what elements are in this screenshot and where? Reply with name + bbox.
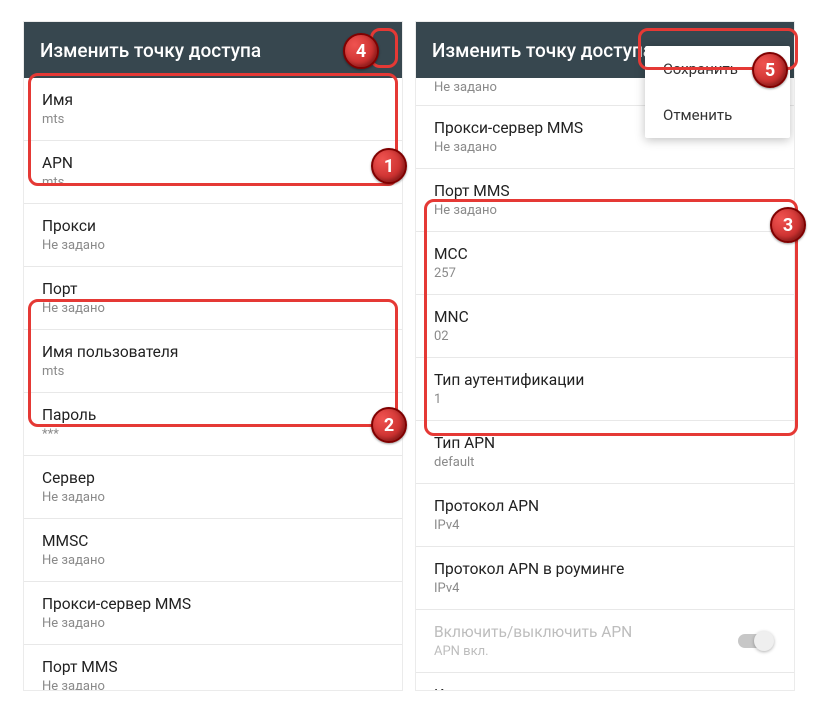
row-label: Пароль [42,406,384,424]
row-label: MCC [434,245,776,263]
row-label: Прокси [42,217,384,235]
badge-2: 2 [371,407,407,443]
row-value: mts [42,364,384,379]
row-label: Имя [42,91,384,109]
row-label: Порт MMS [42,658,384,676]
row-value: mts [42,112,384,127]
row-label: Порт MMS [434,182,776,200]
badge-3: 3 [770,207,806,243]
row-apn-roaming-protocol[interactable]: Протокол APN в роуминге IPv4 [416,547,794,610]
row-proxy[interactable]: Прокси Не задано [24,204,402,267]
row-label: Порт [42,280,384,298]
row-value: Не задано [42,616,384,631]
badge-5: 5 [752,52,788,88]
row-apn[interactable]: APN mts [24,141,402,204]
badge-1: 1 [371,148,407,184]
row-value: Не задано [42,679,384,690]
settings-list-left: Имя mts APN mts Прокси Не задано Порт Не… [24,78,402,690]
row-mnc[interactable]: MNC 02 [416,295,794,358]
row-label: Имя пользователя [42,343,384,361]
header-title: Изменить точку доступа [40,39,362,62]
menu-cancel[interactable]: Отменить [645,92,790,138]
row-value: mts [42,175,384,190]
row-value: Не задано [42,553,384,568]
row-username[interactable]: Имя пользователя mts [24,330,402,393]
row-value: Не задано [42,490,384,505]
row-auth-type[interactable]: Тип аутентификации 1 [416,358,794,421]
row-value: IPv4 [434,518,776,533]
row-value: default [434,455,776,470]
toggle-switch [738,634,772,648]
row-value: 257 [434,266,776,281]
phone-left: Изменить точку доступа Имя mts APN mts П… [24,22,402,690]
row-port[interactable]: Порт Не задано [24,267,402,330]
row-value: *** [42,427,384,442]
row-label: Протокол APN в роуминге [434,560,776,578]
row-value: APN вкл. [434,644,632,659]
row-label: MNC [434,308,776,326]
row-label: Сервер [42,469,384,487]
row-apn-type[interactable]: Тип APN default [416,421,794,484]
row-server[interactable]: Сервер Не задано [24,456,402,519]
settings-list-right: Не задано Прокси-сервер MMS Не задано По… [416,78,794,690]
row-mmsc[interactable]: MMSC Не задано [24,519,402,582]
row-label: Тип аутентификации [434,371,776,389]
row-mms-port[interactable]: Порт MMS Не задано [24,645,402,690]
row-value: Не задано [434,140,776,155]
row-label: Прокси-сервер MMS [42,595,384,613]
row-mcc[interactable]: MCC 257 [416,232,794,295]
badge-4: 4 [343,33,379,69]
row-value: 02 [434,329,776,344]
row-value: 1 [434,392,776,407]
row-apn-protocol[interactable]: Протокол APN IPv4 [416,484,794,547]
row-label: Включить/выключить APN [434,623,632,641]
row-label: Канал [434,686,776,690]
row-value: IPv4 [434,581,776,596]
row-label: APN [42,154,384,172]
row-value: Не задано [42,301,384,316]
row-label: Протокол APN [434,497,776,515]
row-bearer[interactable]: Канал Не указано [416,673,794,690]
row-label: MMSC [42,532,384,550]
row-mms-port[interactable]: Порт MMS Не задано [416,169,794,232]
row-value: Не задано [42,238,384,253]
row-name[interactable]: Имя mts [24,78,402,141]
phone-right: Изменить точку доступа Не задано Прокси-… [416,22,794,690]
row-mms-proxy[interactable]: Прокси-сервер MMS Не задано [24,582,402,645]
row-apn-enable: Включить/выключить APN APN вкл. [416,610,794,673]
row-password[interactable]: Пароль *** [24,393,402,456]
row-label: Тип APN [434,434,776,452]
row-value: Не задано [434,203,776,218]
